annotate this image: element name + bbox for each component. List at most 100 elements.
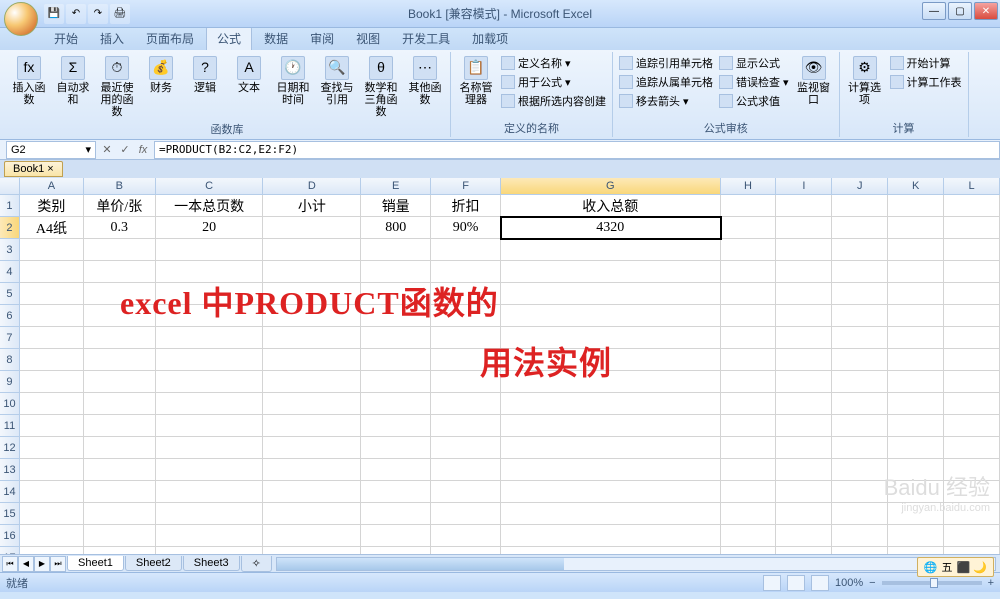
cell-d16[interactable]	[263, 525, 361, 547]
sheet-tab-3[interactable]: Sheet3	[183, 556, 240, 571]
cell-j3[interactable]	[832, 239, 888, 261]
rowhdr-16[interactable]: 16	[0, 525, 20, 547]
cell-a10[interactable]	[20, 393, 84, 415]
cell-d10[interactable]	[263, 393, 361, 415]
cell-h15[interactable]	[721, 503, 777, 525]
cell-j8[interactable]	[832, 349, 888, 371]
cell-l8[interactable]	[944, 349, 1000, 371]
other-functions-button[interactable]: ⋯其他函数	[404, 54, 446, 108]
cell-k13[interactable]	[888, 459, 944, 481]
cell-e12[interactable]	[361, 437, 431, 459]
name-manager-button[interactable]: 📋名称管理器	[455, 54, 497, 108]
calculate-now-button[interactable]: 开始计算	[888, 54, 964, 72]
cell-d7[interactable]	[263, 327, 361, 349]
ime-indicator[interactable]: 🌐 五 ⬛ 🌙	[917, 557, 994, 577]
cell-f3[interactable]	[431, 239, 501, 261]
cell-b8[interactable]	[84, 349, 156, 371]
cell-h17[interactable]	[721, 547, 777, 554]
cell-c13[interactable]	[156, 459, 264, 481]
cell-d6[interactable]	[263, 305, 361, 327]
rowhdr-9[interactable]: 9	[0, 371, 20, 393]
cell-e10[interactable]	[361, 393, 431, 415]
cell-d8[interactable]	[263, 349, 361, 371]
tab-pagelayout[interactable]: 页面布局	[136, 27, 204, 50]
cell-f4[interactable]	[431, 261, 501, 283]
create-from-selection-button[interactable]: 根据所选内容创建	[499, 92, 608, 110]
cell-l17[interactable]	[944, 547, 1000, 554]
cell-g14[interactable]	[501, 481, 721, 503]
close-button[interactable]: ✕	[974, 2, 998, 20]
cell-h9[interactable]	[721, 371, 777, 393]
rowhdr-7[interactable]: 7	[0, 327, 20, 349]
cell-a11[interactable]	[20, 415, 84, 437]
remove-arrows-button[interactable]: 移去箭头 ▾	[617, 92, 715, 110]
cell-k2[interactable]	[888, 217, 944, 239]
cell-g11[interactable]	[501, 415, 721, 437]
cell-e14[interactable]	[361, 481, 431, 503]
cell-e11[interactable]	[361, 415, 431, 437]
qat-print[interactable]: 🖨	[110, 4, 130, 24]
cell-i1[interactable]	[776, 195, 832, 217]
cell-h12[interactable]	[721, 437, 777, 459]
cell-i16[interactable]	[776, 525, 832, 547]
cell-b17[interactable]	[84, 547, 156, 554]
rowhdr-14[interactable]: 14	[0, 481, 20, 503]
cell-b1[interactable]: 单价/张	[84, 195, 156, 217]
cell-g9[interactable]	[501, 371, 721, 393]
cell-l10[interactable]	[944, 393, 1000, 415]
cell-h4[interactable]	[721, 261, 777, 283]
rowhdr-5[interactable]: 5	[0, 283, 20, 305]
cell-g16[interactable]	[501, 525, 721, 547]
tab-developer[interactable]: 开发工具	[392, 27, 460, 50]
define-name-button[interactable]: 定义名称 ▾	[499, 54, 608, 72]
cell-b10[interactable]	[84, 393, 156, 415]
cell-e15[interactable]	[361, 503, 431, 525]
cell-j1[interactable]	[832, 195, 888, 217]
colhdr-i[interactable]: I	[776, 178, 832, 195]
cell-j5[interactable]	[832, 283, 888, 305]
cell-b5[interactable]	[84, 283, 156, 305]
cell-c5[interactable]	[156, 283, 264, 305]
cell-c3[interactable]	[156, 239, 264, 261]
cell-k12[interactable]	[888, 437, 944, 459]
cell-e6[interactable]	[361, 305, 431, 327]
cell-k17[interactable]	[888, 547, 944, 554]
cell-d13[interactable]	[263, 459, 361, 481]
text-button[interactable]: A文本	[228, 54, 270, 96]
cell-a14[interactable]	[20, 481, 84, 503]
cell-h8[interactable]	[721, 349, 777, 371]
math-button[interactable]: θ数学和三角函数	[360, 54, 402, 120]
cell-j6[interactable]	[832, 305, 888, 327]
tab-insert[interactable]: 插入	[90, 27, 134, 50]
cell-j7[interactable]	[832, 327, 888, 349]
cell-i5[interactable]	[776, 283, 832, 305]
cell-c1[interactable]: 一本总页数	[156, 195, 264, 217]
cell-l15[interactable]	[944, 503, 1000, 525]
cell-g5[interactable]	[501, 283, 721, 305]
cell-a7[interactable]	[20, 327, 84, 349]
cell-l11[interactable]	[944, 415, 1000, 437]
horizontal-scrollbar[interactable]	[276, 557, 996, 571]
cell-f1[interactable]: 折扣	[431, 195, 501, 217]
rowhdr-4[interactable]: 4	[0, 261, 20, 283]
qat-save[interactable]: 💾	[44, 4, 64, 24]
sheet-nav-next[interactable]: ▶	[34, 556, 50, 572]
lookup-button[interactable]: 🔍查找与引用	[316, 54, 358, 108]
cell-b12[interactable]	[84, 437, 156, 459]
cell-k1[interactable]	[888, 195, 944, 217]
cell-e16[interactable]	[361, 525, 431, 547]
cell-d11[interactable]	[263, 415, 361, 437]
cell-k3[interactable]	[888, 239, 944, 261]
cell-i17[interactable]	[776, 547, 832, 554]
cell-g7[interactable]	[501, 327, 721, 349]
rowhdr-13[interactable]: 13	[0, 459, 20, 481]
calculation-options-button[interactable]: ⚙计算选项	[844, 54, 886, 108]
cell-d4[interactable]	[263, 261, 361, 283]
cell-l5[interactable]	[944, 283, 1000, 305]
cell-a12[interactable]	[20, 437, 84, 459]
tab-addins[interactable]: 加载项	[462, 27, 518, 50]
cell-a13[interactable]	[20, 459, 84, 481]
office-button[interactable]	[4, 2, 38, 36]
cell-f7[interactable]	[431, 327, 501, 349]
cell-b6[interactable]	[84, 305, 156, 327]
